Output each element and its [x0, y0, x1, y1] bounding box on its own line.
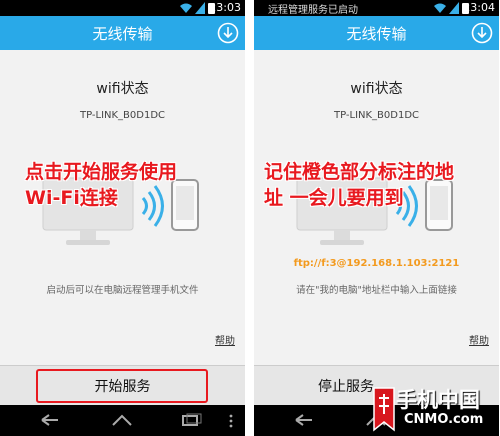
ftp-address: ftp://f:3@192.168.1.103:2121: [293, 258, 460, 269]
cell-signal-icon: [195, 2, 205, 14]
status-bar: 远程管理服务已启动 23:04: [254, 0, 499, 16]
status-time: 23:03: [209, 1, 241, 14]
hint-text: 启动后可以在电脑远程管理手机文件: [46, 285, 199, 296]
annotation-line-1: 记住橙色部分标注的地: [264, 161, 455, 183]
help-link[interactable]: 帮助: [215, 332, 235, 347]
wifi-status-title: wifi状态: [350, 81, 403, 97]
annotation-line-2: Wi-Fi连接: [25, 187, 118, 209]
wifi-signal-icon: [434, 3, 446, 13]
wifi-ssid: TP-LINK_B0D1DC: [79, 110, 166, 121]
download-icon[interactable]: [217, 22, 239, 44]
phone-icon: [425, 179, 453, 231]
title-bar: 无线传输: [0, 16, 245, 50]
phone-screen-left: 23:03 无线传输 wifi状态 TP-LINK_B0D1DC 启动后可以在电…: [0, 0, 245, 436]
phone-icon: [171, 179, 199, 231]
wifi-status-title: wifi状态: [96, 81, 149, 97]
status-bar: 23:03: [0, 0, 245, 16]
cnmo-watermark: 手机中国 CNMO.com: [370, 382, 498, 434]
start-service-button[interactable]: 开始服务: [0, 376, 245, 396]
annotation-line-2: 址 一会儿要用到: [264, 187, 404, 209]
page-title: 无线传输: [92, 25, 153, 43]
android-nav-bar: [0, 405, 245, 436]
watermark-sub: CNMO.com: [404, 412, 484, 427]
home-icon[interactable]: [110, 413, 134, 427]
help-link[interactable]: 帮助: [469, 332, 489, 347]
page-title: 无线传输: [346, 25, 407, 43]
watermark-main: 手机中国: [396, 388, 480, 412]
back-icon[interactable]: [292, 413, 316, 427]
phone-screen-right: 远程管理服务已启动 23:04 无线传输 wifi状态 TP-LINK_B0D1…: [254, 0, 499, 436]
title-bar: 无线传输: [254, 16, 499, 50]
annotation-line-1: 点击开始服务使用: [25, 161, 178, 183]
hint-text: 请在"我的电脑"地址栏中输入上面链接: [296, 285, 457, 296]
wifi-waves-icon: [141, 185, 164, 227]
cell-signal-icon: [449, 2, 459, 14]
download-icon[interactable]: [471, 22, 493, 44]
cnmo-logo-icon: [373, 387, 395, 432]
wifi-signal-icon: [180, 3, 192, 13]
back-icon[interactable]: [38, 413, 62, 427]
menu-dots-icon[interactable]: [228, 414, 234, 428]
recent-apps-icon[interactable]: [178, 413, 202, 427]
bottom-action-bar: 开始服务: [0, 365, 245, 405]
status-notification: 远程管理服务已启动: [268, 5, 358, 16]
status-time: 23:04: [463, 1, 495, 14]
wifi-ssid: TP-LINK_B0D1DC: [333, 110, 420, 121]
